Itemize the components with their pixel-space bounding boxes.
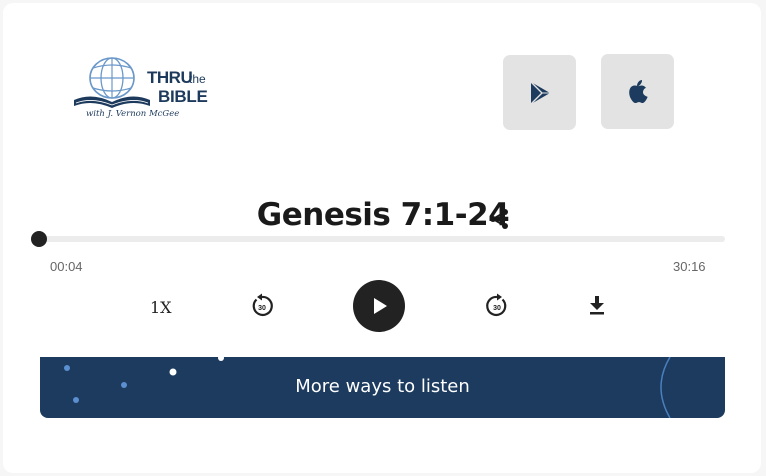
forward-30-button[interactable]: 30 bbox=[484, 293, 510, 319]
episode-title-row: Genesis 7:1-24 bbox=[0, 197, 766, 237]
logo-text-thru: THRU bbox=[147, 68, 193, 87]
playback-speed-button[interactable]: 1X bbox=[150, 298, 172, 317]
share-icon bbox=[490, 209, 508, 229]
forward-30-icon: 30 bbox=[486, 293, 507, 317]
download-icon bbox=[590, 296, 604, 315]
play-button[interactable] bbox=[353, 280, 405, 332]
share-button[interactable] bbox=[488, 208, 510, 234]
logo-text-bible: BIBLE bbox=[158, 87, 208, 106]
more-ways-to-listen-button[interactable]: More ways to listen bbox=[40, 357, 725, 418]
progress-track[interactable] bbox=[39, 236, 725, 242]
rewind-30-button[interactable]: 30 bbox=[249, 293, 275, 319]
download-button[interactable] bbox=[586, 294, 608, 316]
rewind-30-icon: 30 bbox=[252, 293, 273, 317]
logo-text-the: the bbox=[189, 72, 206, 86]
svg-text:30: 30 bbox=[258, 305, 266, 312]
google-play-button[interactable] bbox=[503, 55, 576, 130]
more-ways-label: More ways to listen bbox=[295, 376, 470, 397]
svg-text:30: 30 bbox=[493, 305, 501, 312]
thru-the-bible-logo[interactable]: THRU the BIBLE with J. Vernon McGee bbox=[72, 56, 222, 128]
logo-signature: with J. Vernon McGee bbox=[86, 109, 180, 119]
google-play-icon bbox=[530, 81, 550, 104]
elapsed-time: 00:04 bbox=[50, 259, 83, 274]
progress-handle[interactable] bbox=[31, 231, 47, 247]
play-icon bbox=[374, 298, 387, 314]
total-duration: 30:16 bbox=[673, 259, 706, 274]
apple-icon bbox=[628, 79, 648, 103]
apple-podcasts-button[interactable] bbox=[601, 54, 674, 129]
episode-title: Genesis 7:1-24 bbox=[256, 197, 510, 233]
